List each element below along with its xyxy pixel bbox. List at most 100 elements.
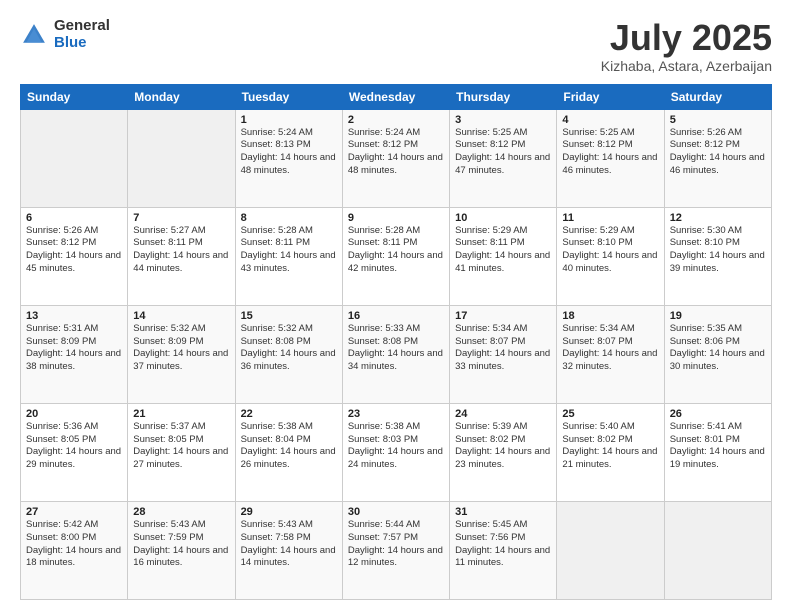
title-block: July 2025 Kizhaba, Astara, Azerbaijan [601,18,772,74]
calendar-cell: 21Sunrise: 5:37 AMSunset: 8:05 PMDayligh… [128,403,235,501]
day-info: Sunrise: 5:24 AMSunset: 8:12 PMDaylight:… [348,127,444,178]
calendar-cell: 3Sunrise: 5:25 AMSunset: 8:12 PMDaylight… [450,109,557,207]
day-info: Sunrise: 5:27 AMSunset: 8:11 PMDaylight:… [133,225,229,276]
calendar-cell: 14Sunrise: 5:32 AMSunset: 8:09 PMDayligh… [128,305,235,403]
calendar-cell: 23Sunrise: 5:38 AMSunset: 8:03 PMDayligh… [342,403,449,501]
day-number: 9 [348,212,444,224]
day-number: 5 [670,114,766,126]
calendar-cell: 20Sunrise: 5:36 AMSunset: 8:05 PMDayligh… [21,403,128,501]
day-number: 2 [348,114,444,126]
day-number: 10 [455,212,551,224]
day-number: 6 [26,212,122,224]
col-sunday: Sunday [21,84,128,109]
day-info: Sunrise: 5:33 AMSunset: 8:08 PMDaylight:… [348,323,444,374]
calendar-cell: 5Sunrise: 5:26 AMSunset: 8:12 PMDaylight… [664,109,771,207]
calendar-cell [128,109,235,207]
calendar-cell: 10Sunrise: 5:29 AMSunset: 8:11 PMDayligh… [450,207,557,305]
calendar-week-1: 1Sunrise: 5:24 AMSunset: 8:13 PMDaylight… [21,109,772,207]
day-info: Sunrise: 5:29 AMSunset: 8:11 PMDaylight:… [455,225,551,276]
day-info: Sunrise: 5:36 AMSunset: 8:05 PMDaylight:… [26,421,122,472]
day-info: Sunrise: 5:43 AMSunset: 7:58 PMDaylight:… [241,519,337,570]
day-number: 27 [26,506,122,518]
calendar-cell: 16Sunrise: 5:33 AMSunset: 8:08 PMDayligh… [342,305,449,403]
day-info: Sunrise: 5:34 AMSunset: 8:07 PMDaylight:… [455,323,551,374]
calendar-cell: 11Sunrise: 5:29 AMSunset: 8:10 PMDayligh… [557,207,664,305]
calendar-cell: 22Sunrise: 5:38 AMSunset: 8:04 PMDayligh… [235,403,342,501]
day-number: 29 [241,506,337,518]
calendar: Sunday Monday Tuesday Wednesday Thursday… [20,84,772,600]
calendar-cell [557,501,664,599]
day-number: 22 [241,408,337,420]
col-wednesday: Wednesday [342,84,449,109]
calendar-cell: 9Sunrise: 5:28 AMSunset: 8:11 PMDaylight… [342,207,449,305]
day-info: Sunrise: 5:34 AMSunset: 8:07 PMDaylight:… [562,323,658,374]
calendar-cell: 25Sunrise: 5:40 AMSunset: 8:02 PMDayligh… [557,403,664,501]
day-number: 21 [133,408,229,420]
day-info: Sunrise: 5:29 AMSunset: 8:10 PMDaylight:… [562,225,658,276]
day-info: Sunrise: 5:26 AMSunset: 8:12 PMDaylight:… [26,225,122,276]
col-monday: Monday [128,84,235,109]
page: General Blue July 2025 Kizhaba, Astara, … [0,0,792,612]
day-info: Sunrise: 5:40 AMSunset: 8:02 PMDaylight:… [562,421,658,472]
calendar-cell: 13Sunrise: 5:31 AMSunset: 8:09 PMDayligh… [21,305,128,403]
calendar-cell: 1Sunrise: 5:24 AMSunset: 8:13 PMDaylight… [235,109,342,207]
calendar-cell: 15Sunrise: 5:32 AMSunset: 8:08 PMDayligh… [235,305,342,403]
calendar-cell: 24Sunrise: 5:39 AMSunset: 8:02 PMDayligh… [450,403,557,501]
col-friday: Friday [557,84,664,109]
calendar-cell: 6Sunrise: 5:26 AMSunset: 8:12 PMDaylight… [21,207,128,305]
calendar-cell: 4Sunrise: 5:25 AMSunset: 8:12 PMDaylight… [557,109,664,207]
day-info: Sunrise: 5:31 AMSunset: 8:09 PMDaylight:… [26,323,122,374]
calendar-header-row: Sunday Monday Tuesday Wednesday Thursday… [21,84,772,109]
header: General Blue July 2025 Kizhaba, Astara, … [20,18,772,74]
day-number: 16 [348,310,444,322]
calendar-cell: 26Sunrise: 5:41 AMSunset: 8:01 PMDayligh… [664,403,771,501]
day-info: Sunrise: 5:28 AMSunset: 8:11 PMDaylight:… [348,225,444,276]
day-info: Sunrise: 5:42 AMSunset: 8:00 PMDaylight:… [26,519,122,570]
calendar-cell: 29Sunrise: 5:43 AMSunset: 7:58 PMDayligh… [235,501,342,599]
subtitle: Kizhaba, Astara, Azerbaijan [601,58,772,74]
day-info: Sunrise: 5:25 AMSunset: 8:12 PMDaylight:… [455,127,551,178]
day-number: 17 [455,310,551,322]
day-info: Sunrise: 5:43 AMSunset: 7:59 PMDaylight:… [133,519,229,570]
day-info: Sunrise: 5:37 AMSunset: 8:05 PMDaylight:… [133,421,229,472]
day-number: 14 [133,310,229,322]
logo-blue: Blue [54,35,110,52]
day-number: 31 [455,506,551,518]
calendar-cell: 19Sunrise: 5:35 AMSunset: 8:06 PMDayligh… [664,305,771,403]
calendar-cell: 30Sunrise: 5:44 AMSunset: 7:57 PMDayligh… [342,501,449,599]
day-number: 15 [241,310,337,322]
day-info: Sunrise: 5:28 AMSunset: 8:11 PMDaylight:… [241,225,337,276]
main-title: July 2025 [601,18,772,58]
col-saturday: Saturday [664,84,771,109]
col-tuesday: Tuesday [235,84,342,109]
day-number: 7 [133,212,229,224]
day-number: 19 [670,310,766,322]
calendar-cell: 18Sunrise: 5:34 AMSunset: 8:07 PMDayligh… [557,305,664,403]
calendar-cell: 28Sunrise: 5:43 AMSunset: 7:59 PMDayligh… [128,501,235,599]
col-thursday: Thursday [450,84,557,109]
day-number: 28 [133,506,229,518]
day-number: 30 [348,506,444,518]
day-info: Sunrise: 5:32 AMSunset: 8:08 PMDaylight:… [241,323,337,374]
day-number: 25 [562,408,658,420]
calendar-cell [21,109,128,207]
day-number: 20 [26,408,122,420]
day-info: Sunrise: 5:38 AMSunset: 8:03 PMDaylight:… [348,421,444,472]
day-number: 4 [562,114,658,126]
day-number: 13 [26,310,122,322]
day-number: 11 [562,212,658,224]
day-number: 1 [241,114,337,126]
logo: General Blue [20,18,110,51]
day-info: Sunrise: 5:44 AMSunset: 7:57 PMDaylight:… [348,519,444,570]
logo-text: General Blue [54,18,110,51]
calendar-cell: 2Sunrise: 5:24 AMSunset: 8:12 PMDaylight… [342,109,449,207]
day-info: Sunrise: 5:24 AMSunset: 8:13 PMDaylight:… [241,127,337,178]
logo-general: General [54,18,110,35]
calendar-week-2: 6Sunrise: 5:26 AMSunset: 8:12 PMDaylight… [21,207,772,305]
day-number: 12 [670,212,766,224]
day-info: Sunrise: 5:25 AMSunset: 8:12 PMDaylight:… [562,127,658,178]
calendar-cell: 7Sunrise: 5:27 AMSunset: 8:11 PMDaylight… [128,207,235,305]
day-info: Sunrise: 5:45 AMSunset: 7:56 PMDaylight:… [455,519,551,570]
calendar-week-5: 27Sunrise: 5:42 AMSunset: 8:00 PMDayligh… [21,501,772,599]
day-number: 18 [562,310,658,322]
